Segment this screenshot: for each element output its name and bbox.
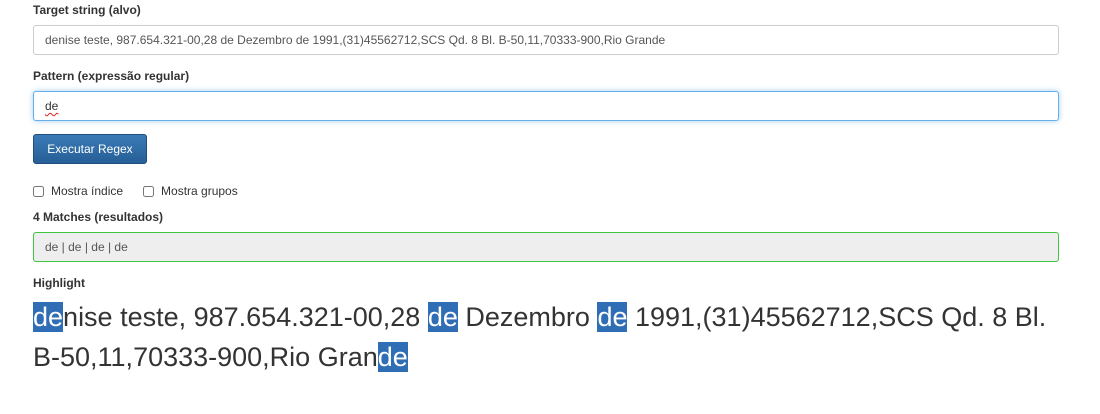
show-index-option[interactable]: Mostra índice	[33, 184, 123, 198]
show-groups-checkbox[interactable]	[143, 185, 155, 197]
show-index-label: Mostra índice	[51, 184, 124, 198]
highlight-match: de	[377, 342, 408, 372]
execute-regex-button[interactable]: Executar Regex	[33, 134, 147, 164]
matches-value: de | de | de | de	[45, 240, 128, 254]
highlight-match: de	[427, 302, 458, 332]
target-value: denise teste, 987.654.321-00,28 de Dezem…	[45, 33, 666, 47]
matches-label: 4 Matches (resultados)	[33, 210, 164, 224]
highlight-output: denise teste, 987.654.321-00,28 de Dezem…	[33, 297, 1073, 377]
highlight-text-segment: nise teste, 987.654.321-00,28	[63, 302, 428, 332]
target-label: Target string (alvo)	[33, 3, 141, 17]
options-row: Mostra índice Mostra grupos	[33, 183, 258, 199]
highlight-label: Highlight	[33, 276, 85, 290]
show-index-checkbox[interactable]	[33, 185, 44, 197]
matches-output: de | de | de | de	[33, 232, 1059, 262]
show-groups-label: Mostra grupos	[161, 184, 238, 198]
pattern-label: Pattern (expressão regular)	[33, 69, 190, 83]
show-groups-option[interactable]: Mostra grupos	[143, 184, 238, 198]
pattern-input[interactable]: de	[33, 91, 1059, 121]
target-input[interactable]: denise teste, 987.654.321-00,28 de Dezem…	[33, 25, 1059, 55]
pattern-value: de	[45, 99, 59, 113]
highlight-text-segment: Dezembro	[457, 302, 598, 332]
highlight-match: de	[33, 302, 64, 332]
highlight-match: de	[597, 302, 628, 332]
